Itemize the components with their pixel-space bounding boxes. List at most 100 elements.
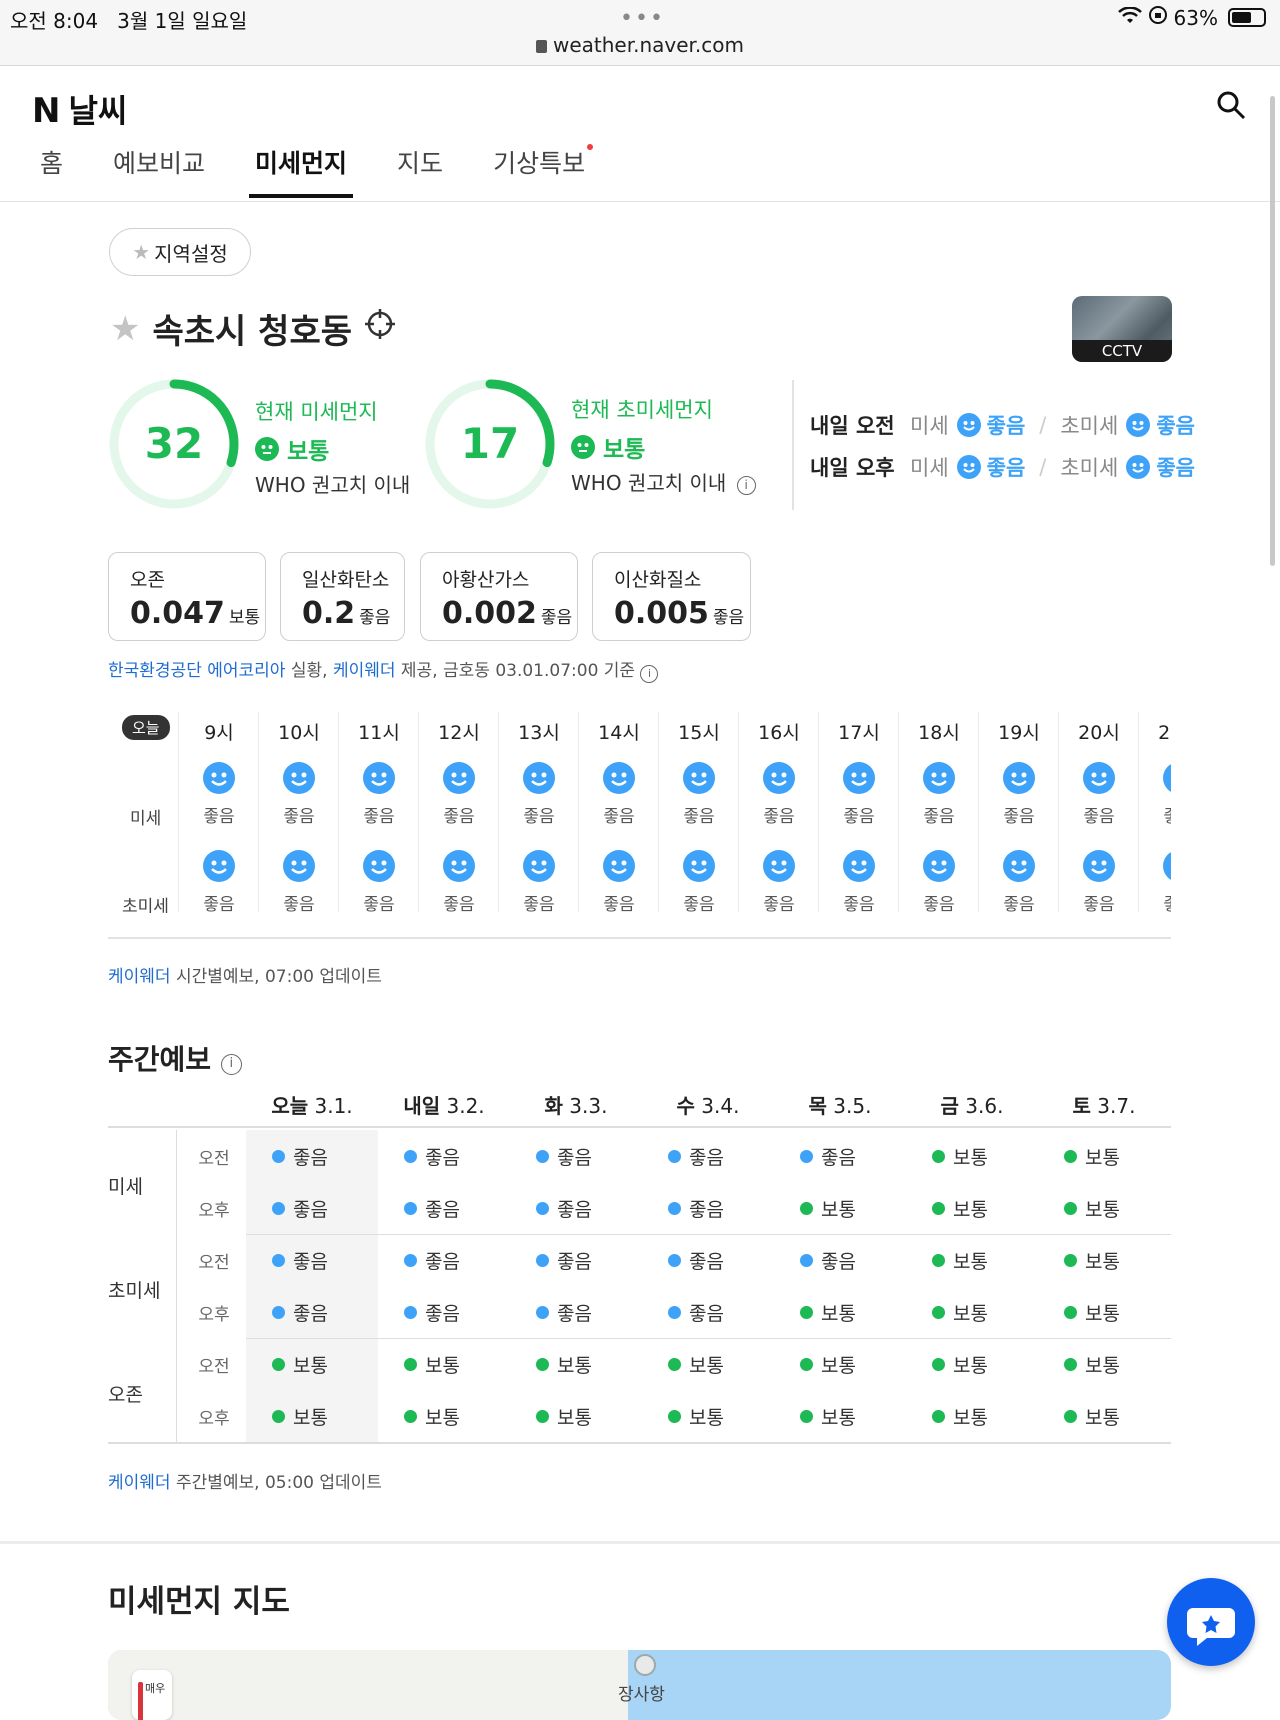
naver-weather-logo[interactable]: N 날씨 bbox=[32, 86, 127, 132]
divider bbox=[792, 380, 794, 510]
weekly-row: 오전 보통 보통 보통 보통 보통 보통 보통 bbox=[108, 1338, 1171, 1390]
grade-dot-icon bbox=[932, 1201, 945, 1215]
wifi-icon bbox=[1117, 5, 1142, 30]
kweather-link[interactable]: 케이웨더 bbox=[108, 967, 171, 987]
good-face-icon bbox=[843, 850, 875, 882]
weekly-cell: 좋음 bbox=[510, 1182, 642, 1234]
chat-star-icon bbox=[1187, 1608, 1235, 1646]
grade-dot-icon bbox=[668, 1201, 681, 1215]
tab-weather-alert[interactable]: 기상특보 bbox=[493, 144, 594, 198]
airkorea-link[interactable]: 한국환경공단 에어코리아 bbox=[108, 661, 285, 681]
harbor-icon bbox=[634, 1654, 656, 1676]
pm10-grade: 좋음 bbox=[763, 807, 795, 827]
grade-dot-icon bbox=[404, 1149, 417, 1163]
page-scrollbar[interactable] bbox=[1270, 96, 1275, 566]
grade-dot-icon bbox=[800, 1357, 813, 1371]
weekly-cell: 보통 bbox=[1038, 1286, 1170, 1338]
pm10-grade: 좋음 bbox=[363, 807, 395, 827]
weekly-cell: 보통 bbox=[1038, 1182, 1170, 1234]
gas-card-no2[interactable]: 이산화질소 0.005 좋음 bbox=[592, 552, 751, 641]
weekly-cell: 보통 bbox=[906, 1390, 1038, 1442]
weekly-cell: 좋음 bbox=[510, 1234, 642, 1286]
dust-map[interactable]: 매우 장사항 bbox=[108, 1650, 1171, 1720]
grade-dot-icon bbox=[668, 1357, 681, 1371]
grade-dot-icon bbox=[536, 1253, 549, 1267]
weekly-cell: 보통 bbox=[906, 1286, 1038, 1338]
address-bar[interactable]: weather.naver.com bbox=[0, 33, 1280, 57]
hour-column: 18시 좋음 좋음 bbox=[898, 712, 978, 913]
tab-fine-dust[interactable]: 미세먼지 bbox=[249, 144, 354, 198]
pm10-grade: 좋음 bbox=[843, 807, 875, 827]
half-day-label: 오후 bbox=[198, 1201, 230, 1221]
good-face-icon bbox=[956, 455, 981, 479]
info-icon[interactable]: i bbox=[220, 1054, 242, 1075]
cctv-thumbnail[interactable]: CCTV bbox=[1072, 296, 1172, 362]
hour-column: 16시 좋음 좋음 bbox=[738, 712, 818, 913]
place-label: 장사항 bbox=[618, 1685, 665, 1705]
dust-map-title: 미세먼지 지도 bbox=[108, 1584, 290, 1620]
weekly-cell: 좋음 bbox=[642, 1182, 774, 1234]
kweather-link[interactable]: 케이웨더 bbox=[108, 1473, 171, 1493]
weekly-cell: 보통 bbox=[510, 1390, 642, 1442]
chatbot-button[interactable] bbox=[1167, 1578, 1255, 1666]
hour-column: 9시 좋음 좋음 bbox=[178, 712, 258, 913]
hour-column: 13시 좋음 좋음 bbox=[498, 712, 578, 913]
half-day-label: 오전 bbox=[198, 1149, 230, 1169]
good-face-icon bbox=[1126, 455, 1151, 479]
status-bar: 오전 8:04 3월 1일 일요일 ••• weather.naver.com … bbox=[0, 0, 1280, 66]
tab-home[interactable]: 홈 bbox=[40, 144, 63, 198]
favorite-star-icon[interactable]: ★ bbox=[110, 309, 140, 349]
grade-dot-icon bbox=[536, 1357, 549, 1371]
good-face-icon bbox=[843, 762, 875, 794]
weekly-cell: 보통 bbox=[642, 1338, 774, 1390]
weekly-cell: 보통 bbox=[1038, 1390, 1170, 1442]
grade-dot-icon bbox=[668, 1305, 681, 1319]
grade-dot-icon bbox=[272, 1305, 285, 1319]
weekly-day-header: 화 3.3. bbox=[544, 1094, 608, 1118]
pm25-who: WHO 권고치 이내 i bbox=[571, 467, 756, 496]
pm10-grade: 좋음 bbox=[683, 807, 715, 827]
weekly-cell: 보통 bbox=[1038, 1234, 1170, 1286]
good-face-icon bbox=[523, 850, 555, 882]
tab-forecast-compare[interactable]: 예보비교 bbox=[113, 144, 205, 198]
pm10-grade: 좋음 bbox=[923, 807, 955, 827]
gas-card-ozone[interactable]: 오존 0.047 보통 bbox=[108, 552, 266, 641]
locate-crosshair-icon[interactable] bbox=[364, 308, 396, 349]
pm10-grade: 보통 bbox=[255, 432, 329, 466]
weekly-cell: 보통 bbox=[774, 1286, 906, 1338]
grade-dot-icon bbox=[536, 1201, 549, 1215]
tab-map[interactable]: 지도 bbox=[397, 144, 443, 198]
weekly-day-header: 내일 3.2. bbox=[403, 1094, 485, 1118]
grade-dot-icon bbox=[404, 1201, 417, 1215]
good-face-icon bbox=[443, 762, 475, 794]
info-icon[interactable]: i bbox=[736, 476, 756, 495]
pm10-title: 현재 미세먼지 bbox=[255, 400, 378, 424]
weekly-cell: 좋음 bbox=[246, 1234, 378, 1286]
gas-card-co[interactable]: 일산화탄소 0.2 좋음 bbox=[280, 552, 405, 641]
weekly-cell: 보통 bbox=[906, 1338, 1038, 1390]
battery-percent: 63% bbox=[1173, 5, 1218, 30]
weekly-source-note: 케이웨더 주간별예보, 05:00 업데이트 bbox=[108, 1473, 382, 1493]
weekly-day-header: 토 3.7. bbox=[1072, 1094, 1136, 1118]
status-time: 오전 8:04 3월 1일 일요일 bbox=[10, 9, 248, 33]
hour-label: 10시 bbox=[278, 722, 320, 744]
hourly-forecast[interactable]: 오늘 미세 초미세 9시 좋음 좋음 10시 좋음 좋음 11시 좋음 좋음 12시 좋음 좋음 13시… bbox=[108, 712, 1171, 913]
more-dots-icon[interactable]: ••• bbox=[620, 6, 665, 31]
info-icon[interactable]: i bbox=[640, 665, 659, 683]
pm10-grade: 좋음 bbox=[443, 807, 475, 827]
pm25-value: 17 bbox=[460, 419, 520, 468]
map-land bbox=[108, 1650, 628, 1720]
hour-column: 10시 좋음 좋음 bbox=[258, 712, 338, 913]
good-face-icon bbox=[1126, 413, 1151, 437]
weekly-day-header: 금 3.6. bbox=[940, 1094, 1004, 1118]
kweather-link[interactable]: 케이웨더 bbox=[333, 661, 396, 681]
good-face-icon bbox=[956, 413, 981, 437]
grade-dot-icon bbox=[932, 1149, 945, 1163]
search-icon[interactable] bbox=[1216, 90, 1246, 120]
weekly-row: 오후 좋음 좋음 좋음 좋음 보통 보통 보통 bbox=[108, 1286, 1171, 1338]
weekly-cell: 보통 bbox=[774, 1390, 906, 1442]
gas-card-so2[interactable]: 아황산가스 0.002 좋음 bbox=[420, 552, 578, 641]
good-face-icon bbox=[1163, 850, 1171, 882]
region-settings-button[interactable]: ★ 지역설정 bbox=[109, 228, 251, 276]
half-day-label: 오전 bbox=[198, 1253, 230, 1273]
